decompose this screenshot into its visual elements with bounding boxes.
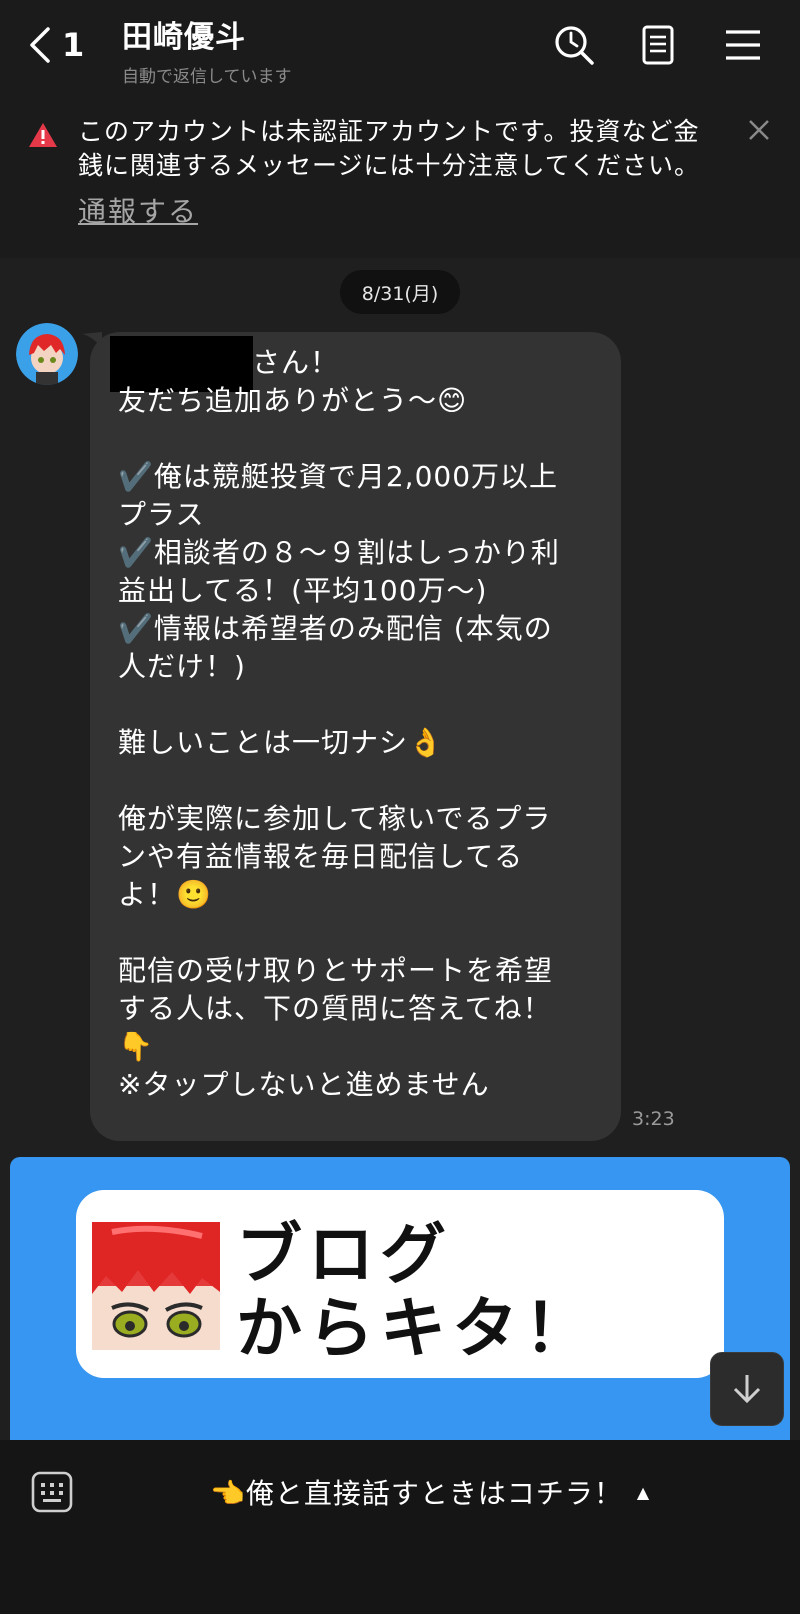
title-block: 田崎優斗 自動で返信しています [122,12,292,87]
message-line: 👇 [118,1030,154,1063]
promo-title-line-2: からキタ！ [236,1290,596,1367]
avatar[interactable] [16,323,78,385]
promo-banner[interactable]: ブログ からキタ！ [10,1157,790,1440]
message-line: ンや有益情報を毎日配信してる [118,840,524,873]
message-line: 俺が実際に参加して稼いでるプラ [118,802,552,835]
message-line: する人は、下の質問に答えてね！ [118,992,552,1025]
message-bubble[interactable]: さん！ 友だち追加ありがとう〜😊 ✔️俺は競艇投資で月2,000万以上 プラス … [90,332,621,1141]
unverified-account-warning: このアカウントは未認証アカウントです。投資など金 銭に関連するメッセージには十分… [0,95,800,258]
back-button[interactable]: 1 [26,18,88,72]
arrow-down-icon [733,1375,761,1404]
character-face-image [92,1222,220,1350]
chat-screen: 1 田崎優斗 自動で返信しています このアカウントは未認証アカウントです。投資な… [0,0,800,1614]
warning-icon [29,123,57,147]
search-button[interactable] [551,22,597,68]
unread-count: 1 [62,26,85,64]
report-link[interactable]: 通報する [78,190,198,230]
warning-text: このアカウントは未認証アカウントです。投資など金 銭に関連するメッセージには十分… [78,115,728,183]
message-line: 益出してる！(平均100万〜) [118,574,488,607]
message-line: プラス [118,498,205,531]
menu-button[interactable] [720,22,766,68]
chat-subtitle: 自動で返信しています [122,67,292,87]
promo-title: ブログ からキタ！ [236,1218,596,1366]
message-line: よ！🙂 [118,878,212,911]
caret-up-icon: ▲ [636,1482,650,1502]
chat-title: 田崎優斗 [122,20,246,55]
message-line: 配信の受け取りとサポートを希望 [118,954,554,987]
message-line: 人だけ！) [118,650,246,683]
message-line: 友だち追加ありがとう〜😊 [118,384,468,417]
notes-button[interactable] [635,22,681,68]
message-line: ✔️俺は競艇投資で月2,000万以上 [118,460,559,493]
menu-icon [726,30,760,60]
message-line: さん！ [252,346,340,379]
rich-menu-toggle[interactable]: 👈俺と直接話すときはコチラ！ ▲ [210,1468,649,1516]
warning-line-2: 銭に関連するメッセージには十分注意してください。 [78,151,701,180]
header: 1 田崎優斗 自動で返信しています [0,0,800,95]
message-line: ✔️情報は希望者のみ配信 (本気の [118,612,553,645]
promo-card: ブログ からキタ！ [76,1190,724,1378]
rich-menu-label: 👈俺と直接話すときはコチラ！ [210,1477,623,1510]
message-line: ※タップしないと進めません [118,1068,490,1101]
rich-menu-bar: 👈俺と直接話すときはコチラ！ ▲ [0,1440,800,1614]
scroll-to-bottom-button[interactable] [710,1352,784,1426]
avatar-image [16,323,78,385]
back-chevron-icon [30,27,50,63]
warning-line-1: このアカウントは未認証アカウントです。投資など金 [78,117,700,146]
notes-icon [642,25,674,65]
message-line: ✔️相談者の８〜９割はしっかり利 [118,536,560,569]
message-time: 3:23 [632,1108,675,1130]
close-icon[interactable] [744,115,774,145]
promo-title-line-1: ブログ [236,1216,452,1293]
keyboard-icon[interactable] [30,1470,74,1514]
search-icon [555,26,594,65]
message-line: 難しいことは一切ナシ👌 [118,726,444,759]
date-separator: 8/31(月) [340,270,460,314]
